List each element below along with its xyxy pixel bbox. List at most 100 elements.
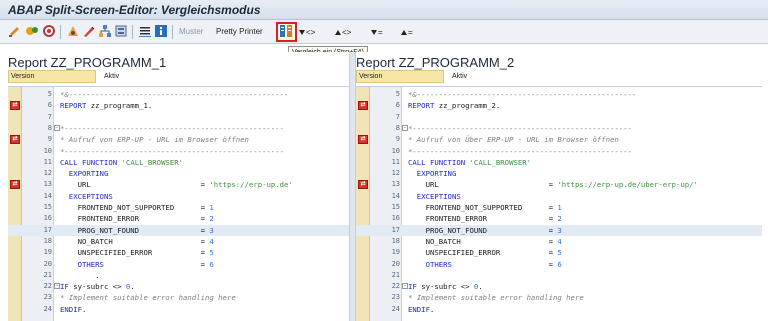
line-number: 13: [391, 180, 400, 189]
right-version-value: Aktiv: [452, 73, 468, 80]
code-text: FRONTEND_NOT_SUPPORTED = 1: [408, 203, 562, 212]
code-text: IF sy-subrc <> 0.: [408, 282, 483, 292]
code-line[interactable]: 19 UNSPECIFIED_ERROR = 5: [356, 247, 762, 258]
code-line[interactable]: 14 EXCEPTIONS: [356, 191, 762, 202]
line-number: 7: [47, 112, 52, 121]
line-number: 19: [391, 248, 400, 257]
code-line[interactable]: 17 PROG_NOT_FOUND = 3: [356, 224, 762, 236]
line-number: 14: [43, 191, 52, 200]
code-line[interactable]: 23 * Implement suitable error handling he…: [356, 292, 762, 303]
code-line[interactable]: 20 OTHERS = 6: [356, 259, 762, 270]
code-line[interactable]: 12 EXPORTING: [356, 168, 762, 179]
code-line[interactable]: 19 UNSPECIFIED_ERROR = 5: [8, 247, 349, 258]
muster-button[interactable]: Muster: [179, 24, 203, 40]
code-line[interactable]: 20 OTHERS = 6: [8, 259, 349, 270]
code-line[interactable]: 10 *-------------------------------------…: [8, 146, 349, 157]
code-line[interactable]: ⇄ 6 REPORT zz_programm_1.: [8, 100, 349, 111]
where-used-icon[interactable]: [66, 24, 80, 40]
difference-marker-icon[interactable]: ⇄: [10, 135, 20, 145]
difference-marker-icon[interactable]: ⇄: [358, 135, 368, 145]
code-line[interactable]: ⇄ 9 * Aufruf von Über ERP-UP - URL im Brow…: [356, 134, 762, 145]
code-line[interactable]: 8− *-------------------------------------…: [8, 123, 349, 134]
check-icon[interactable]: [42, 24, 56, 40]
line-number: 22: [43, 282, 52, 291]
code-line[interactable]: ⇄ 13 URL = 'https://erp-up.de': [8, 179, 349, 190]
code-line[interactable]: 24 ENDIF.: [356, 304, 762, 315]
code-line[interactable]: 18 NO_BATCH = 4: [8, 236, 349, 247]
code-line[interactable]: 16 FRONTEND_ERROR = 2: [8, 213, 349, 224]
code-line[interactable]: ⇄ 6 REPORT zz_programm_2.: [356, 100, 762, 111]
code-line[interactable]: 22− IF sy-subrc <> 0.: [8, 281, 349, 292]
display-change-icon[interactable]: [8, 24, 22, 40]
left-version-label: Version: [8, 70, 96, 83]
code-line[interactable]: 15 FRONTEND_NOT_SUPPORTED = 1: [356, 202, 762, 213]
code-line[interactable]: 14 EXCEPTIONS: [8, 191, 349, 202]
code-line[interactable]: 18 NO_BATCH = 4: [356, 236, 762, 247]
line-number: 15: [43, 203, 52, 211]
line-number: 17: [43, 225, 52, 234]
line-number: 14: [391, 191, 400, 200]
difference-marker-icon[interactable]: ⇄: [10, 101, 20, 111]
line-number: 5: [395, 90, 400, 98]
object-list-icon[interactable]: [114, 24, 128, 40]
line-number: 20: [43, 259, 52, 268]
right-version-row: Version Aktiv: [356, 70, 762, 83]
outline-icon[interactable]: [138, 24, 152, 40]
code-line[interactable]: 7: [356, 112, 762, 123]
code-line[interactable]: 21 .: [8, 270, 349, 281]
prev-difference-button[interactable]: <>: [334, 24, 351, 40]
code-line[interactable]: 8− *-------------------------------------…: [356, 123, 762, 134]
left-editor-pane: Report ZZ_PROGRAMM_1 Version Aktiv 5 *&--…: [8, 52, 349, 321]
line-number: 22: [391, 282, 400, 291]
code-text: NO_BATCH = 4: [60, 236, 214, 246]
code-line[interactable]: 5 *&-------------------------------------…: [356, 89, 762, 100]
code-text: FRONTEND_NOT_SUPPORTED = 1: [60, 203, 214, 212]
code-line[interactable]: 7: [8, 112, 349, 123]
code-text: *---------------------------------------…: [60, 146, 285, 156]
right-report-title: Report ZZ_PROGRAMM_2: [356, 55, 515, 70]
code-text: REPORT zz_programm_1.: [60, 101, 153, 111]
code-text: CALL FUNCTION 'CALL_BROWSER': [60, 157, 184, 167]
next-equal-button[interactable]: =: [370, 24, 383, 40]
code-line[interactable]: 17 PROG_NOT_FOUND = 3: [8, 224, 349, 236]
code-line[interactable]: 21: [356, 270, 762, 281]
code-text: ENDIF.: [408, 304, 435, 314]
line-number: 12: [43, 169, 52, 178]
next-difference-button[interactable]: <>: [298, 24, 315, 40]
line-number: 16: [43, 214, 52, 223]
line-number: 20: [391, 259, 400, 268]
difference-marker-icon[interactable]: ⇄: [358, 180, 368, 190]
code-text: OTHERS = 6: [425, 259, 562, 269]
code-line[interactable]: ⇄ 9 * Aufruf von ERP-UP - URL im Browser ö…: [8, 134, 349, 145]
info-icon[interactable]: [154, 24, 168, 40]
line-number: 24: [43, 304, 52, 313]
hierarchy-icon[interactable]: [98, 24, 112, 40]
left-report-title: Report ZZ_PROGRAMM_1: [8, 55, 167, 70]
right-code-editor[interactable]: 5 *&-------------------------------------…: [356, 86, 762, 321]
code-line[interactable]: 15 FRONTEND_NOT_SUPPORTED = 1: [8, 202, 349, 213]
code-line[interactable]: 23 * Implement suitable error handling he…: [8, 292, 349, 303]
code-line[interactable]: 12 EXPORTING: [8, 168, 349, 179]
next-difference-label: <>: [306, 28, 316, 37]
code-text: UNSPECIFIED_ERROR = 5: [408, 248, 562, 258]
difference-marker-icon[interactable]: ⇄: [10, 180, 20, 190]
code-line[interactable]: 11 CALL FUNCTION 'CALL_BROWSER': [8, 157, 349, 168]
split-divider[interactable]: [349, 52, 356, 321]
code-line[interactable]: 10 *-------------------------------------…: [356, 146, 762, 157]
difference-marker-icon[interactable]: ⇄: [358, 101, 368, 111]
code-line[interactable]: ⇄ 13 URL = 'https://erp-up.de/uber-erp-up…: [356, 179, 762, 190]
compare-icon[interactable]: [279, 24, 293, 40]
activate-icon[interactable]: [25, 24, 39, 40]
line-number: 6: [47, 101, 52, 110]
code-text: *---------------------------------------…: [60, 123, 285, 133]
edit-pencil-icon[interactable]: [82, 24, 96, 40]
pretty-printer-button[interactable]: Pretty Printer: [216, 24, 263, 40]
code-line[interactable]: 11 CALL FUNCTION 'CALL_BROWSER': [356, 157, 762, 168]
code-text: PROG_NOT_FOUND = 3: [408, 225, 562, 235]
code-line[interactable]: 16 FRONTEND_ERROR = 2: [356, 213, 762, 224]
code-line[interactable]: 24 ENDIF.: [8, 304, 349, 315]
code-line[interactable]: 5 *&-------------------------------------…: [8, 89, 349, 100]
left-code-editor[interactable]: 5 *&-------------------------------------…: [8, 86, 349, 321]
code-line[interactable]: 22− IF sy-subrc <> 0.: [356, 281, 762, 292]
prev-equal-button[interactable]: =: [400, 24, 413, 40]
